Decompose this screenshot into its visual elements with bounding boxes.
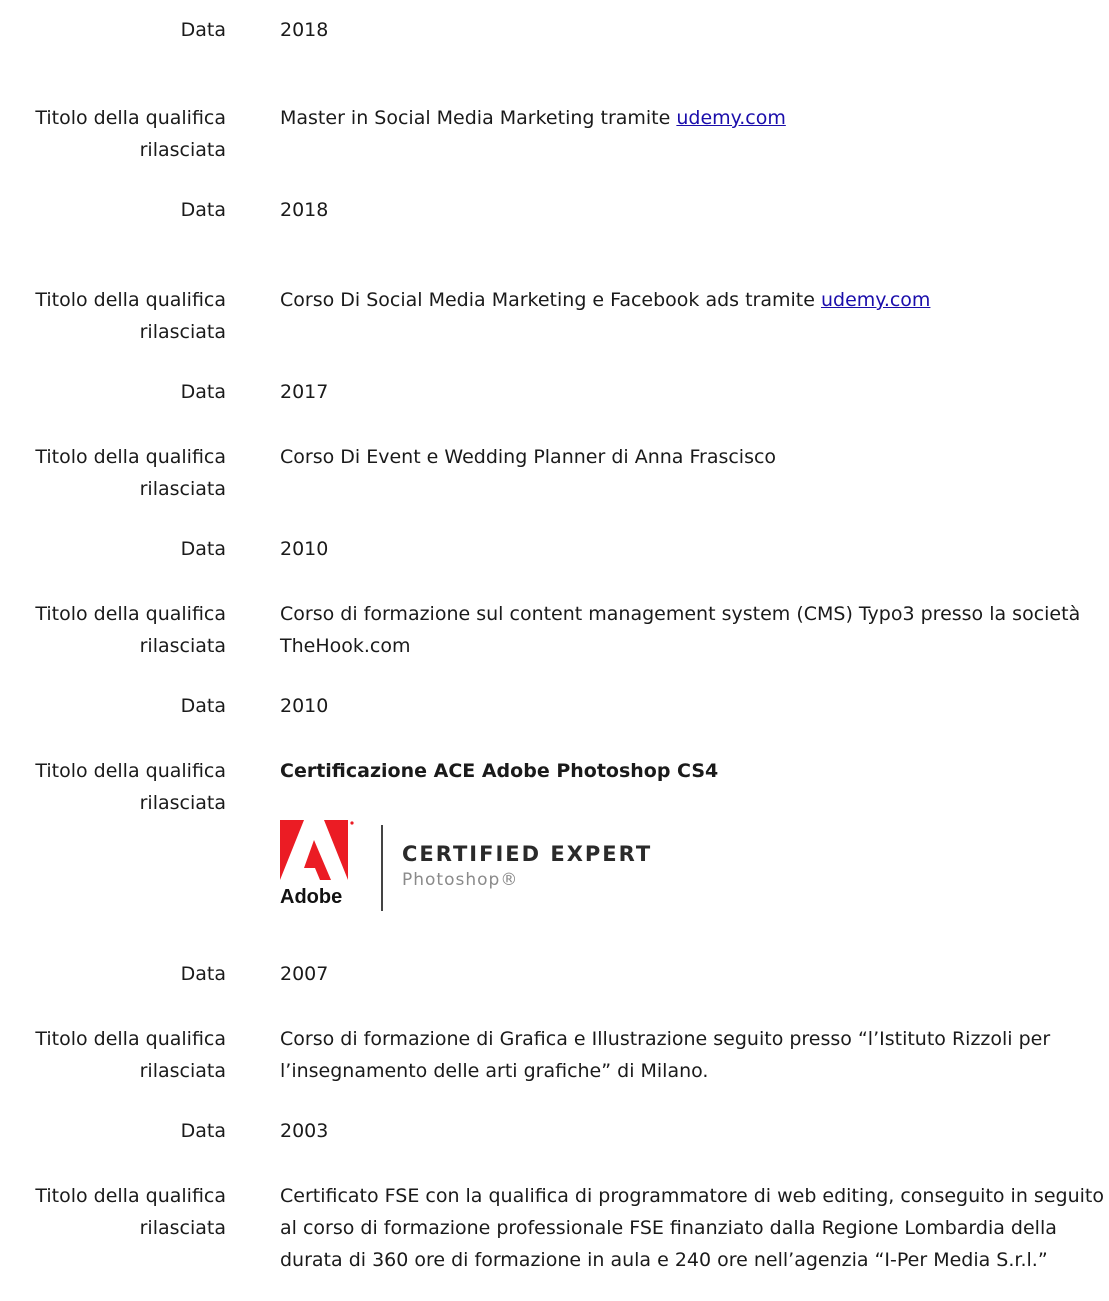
qualification-label: Titolo della qualifica rilasciata xyxy=(35,760,226,814)
qualification-value: Corso di formazione di Grafica e Illustr… xyxy=(280,1028,1051,1082)
date-label: Data xyxy=(180,199,226,221)
date-value: 2018 xyxy=(280,19,329,41)
date-label: Data xyxy=(180,538,226,560)
date-label: Data xyxy=(180,19,226,41)
qualification-value: Certificazione ACE Adobe Photoshop CS4 xyxy=(280,760,719,782)
qualification-value: Certificato FSE con la qualifica di prog… xyxy=(280,1185,1104,1271)
qualification-value: Corso Di Event e Wedding Planner di Anna… xyxy=(280,446,777,468)
date-value: 2007 xyxy=(280,963,329,985)
date-value: 2017 xyxy=(280,381,329,403)
qualification-value: Corso di formazione sul content manageme… xyxy=(280,603,1081,657)
qualification-label: Titolo della qualifica rilasciata xyxy=(35,446,226,500)
date-value: 2010 xyxy=(280,695,329,717)
qualification-label: Titolo della qualifica rilasciata xyxy=(35,1028,226,1082)
qualification-label: Titolo della qualifica rilasciata xyxy=(35,603,226,657)
qualification-text: Master in Social Media Marketing tramite xyxy=(280,107,677,129)
badge-divider xyxy=(381,825,383,911)
date-label: Data xyxy=(180,381,226,403)
badge-title: CERTIFIED EXPERT xyxy=(402,842,653,866)
qualification-label: Titolo della qualifica rilasciata xyxy=(35,107,226,161)
qualification-label: Titolo della qualifica rilasciata xyxy=(35,1185,226,1239)
qualification-text: Corso Di Social Media Marketing e Facebo… xyxy=(280,289,821,311)
udemy-link[interactable]: udemy.com xyxy=(676,107,785,129)
udemy-link[interactable]: udemy.com xyxy=(821,289,930,311)
date-value: 2018 xyxy=(280,199,329,221)
badge-subtitle: Photoshop® xyxy=(402,870,519,890)
qualification-value: Master in Social Media Marketing tramite… xyxy=(280,102,1106,134)
date-value: 2003 xyxy=(280,1120,329,1142)
qualification-label: Titolo della qualifica rilasciata xyxy=(35,289,226,343)
adobe-wordmark: Adobe xyxy=(280,886,343,908)
date-label: Data xyxy=(180,1120,226,1142)
date-label: Data xyxy=(180,695,226,717)
date-value: 2010 xyxy=(280,538,329,560)
adobe-logo: Adobe xyxy=(280,820,355,913)
date-label: Data xyxy=(180,963,226,985)
qualification-value: Corso Di Social Media Marketing e Facebo… xyxy=(280,284,1106,316)
adobe-certified-expert-badge: Adobe CERTIFIED EXPERT Photoshop® xyxy=(280,820,700,920)
